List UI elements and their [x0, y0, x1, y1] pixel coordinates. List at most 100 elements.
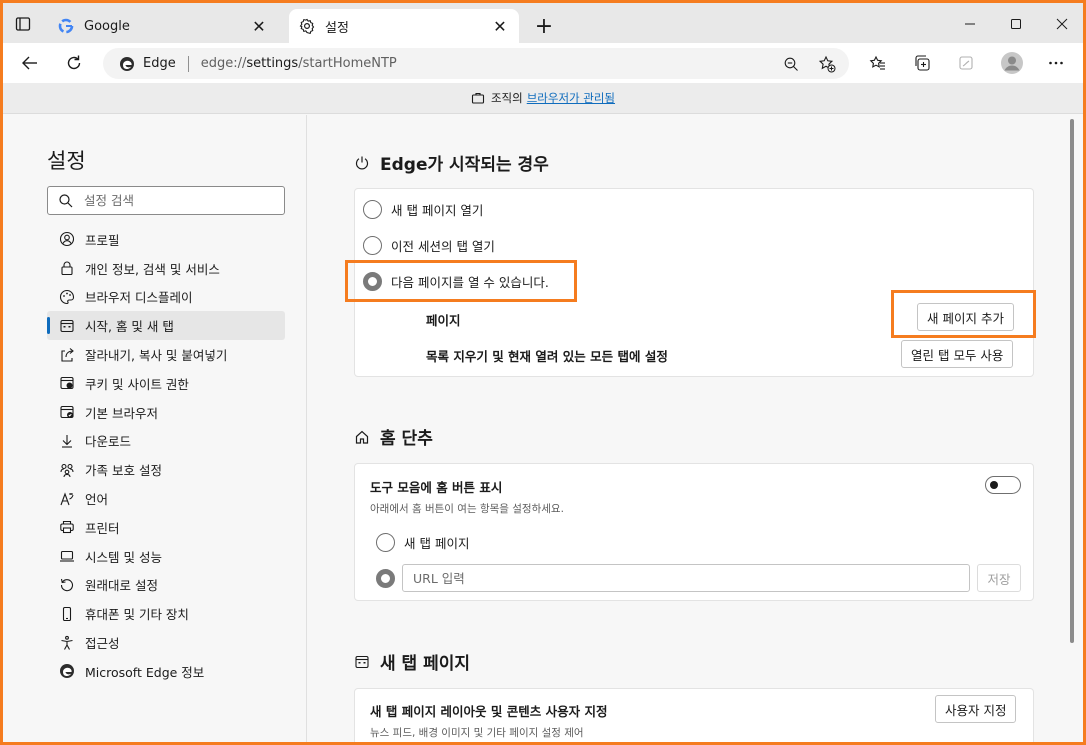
search-icon	[58, 193, 74, 209]
sidebar-item-label: 쿠키 및 사이트 권한	[85, 376, 189, 392]
share-icon	[59, 347, 75, 363]
profile-icon	[59, 231, 75, 247]
sidebar-item-reset[interactable]: 원래대로 설정	[47, 571, 285, 600]
tab-title: 설정	[325, 20, 349, 36]
search-input[interactable]	[84, 193, 274, 208]
lock-icon	[59, 260, 75, 276]
tab-close-icon[interactable]: ✕	[250, 17, 268, 36]
newtab-card: 새 탭 페이지 레이아웃 및 콘텐츠 사용자 지정 뉴스 피드, 배경 이미지 …	[354, 688, 1034, 742]
accessibility-icon	[59, 635, 75, 651]
sidebar-item-profile[interactable]: 프로필	[47, 225, 285, 254]
customize-button[interactable]: 사용자 지정	[935, 695, 1017, 723]
managed-banner: 조직의 브라우저가 관리됨	[3, 83, 1083, 114]
tab-google[interactable]: Google ✕	[48, 9, 278, 43]
option-label: 새 탭 페이지	[404, 536, 470, 551]
radio-button[interactable]	[376, 533, 395, 552]
sidebar-item-languages[interactable]: 언어	[47, 484, 285, 513]
sidebar-item-label: 프린터	[85, 520, 120, 536]
sidebar-item-privacy[interactable]: 개인 정보, 검색 및 서비스	[47, 254, 285, 283]
tab-close-icon[interactable]: ✕	[491, 17, 509, 36]
favorites-icon[interactable]	[867, 52, 889, 74]
sidebar-item-start-home-newtab[interactable]: 시작, 홈 및 새 탭	[47, 311, 285, 341]
settings-main: Edge가 시작되는 경우 새 탭 페이지 열기 이전 세션의 탭 열기 다음 …	[308, 115, 1076, 742]
back-icon[interactable]	[19, 52, 41, 74]
reset-icon	[59, 577, 75, 593]
new-tab-icon[interactable]: +	[533, 14, 555, 39]
save-button[interactable]: 저장	[977, 564, 1021, 592]
more-menu-icon[interactable]	[1045, 52, 1067, 74]
sidebar-item-printers[interactable]: 프린터	[47, 513, 285, 542]
home-card: 도구 모음에 홈 버튼 표시 아래에서 홈 버튼이 여는 항목을 설정하세요. …	[354, 463, 1034, 601]
home-option-url[interactable]	[376, 569, 404, 588]
radio-button[interactable]	[363, 200, 382, 219]
sidebar-item-label: 개인 정보, 검색 및 서비스	[85, 261, 220, 277]
sidebar-item-system[interactable]: 시스템 및 성능	[47, 542, 285, 571]
use-open-tabs-button[interactable]: 열린 탭 모두 사용	[901, 340, 1014, 368]
highlight-box	[345, 260, 577, 302]
google-icon	[58, 18, 74, 34]
sidebar-item-cookies[interactable]: 쿠키 및 사이트 권한	[47, 369, 285, 398]
browser-window: Google ✕ 설정 ✕ + Edge edge://settings/sta…	[3, 3, 1083, 742]
toolbar: Edge edge://settings/startHomeNTP	[3, 43, 1083, 83]
maximize-icon[interactable]	[1005, 13, 1027, 35]
sidebar-item-about-edge[interactable]: Microsoft Edge 정보	[47, 657, 285, 686]
sidebar-item-appearance[interactable]: 브라우저 디스플레이	[47, 283, 285, 312]
palette-icon	[59, 289, 75, 305]
customize-label: 새 탭 페이지 레이아웃 및 콘텐츠 사용자 지정	[370, 704, 608, 719]
zoom-out-icon[interactable]	[781, 54, 801, 74]
managed-prefix: 조직의	[490, 91, 523, 105]
edge-icon	[119, 56, 135, 72]
sidebar-item-accessibility[interactable]: 접근성	[47, 628, 285, 657]
settings-nav: 프로필 개인 정보, 검색 및 서비스 브라우저 디스플레이 시작, 홈 및 새…	[47, 225, 285, 686]
sidebar-item-phone[interactable]: 휴대폰 및 기타 장치	[47, 599, 285, 628]
language-icon	[59, 491, 75, 507]
startup-option-previous[interactable]: 이전 세션의 탭 열기	[363, 236, 495, 255]
sidebar-item-label: 시스템 및 성능	[85, 549, 162, 565]
startup-option-newtab[interactable]: 새 탭 페이지 열기	[363, 200, 483, 219]
collections-icon[interactable]	[911, 52, 933, 74]
home-option-newtab[interactable]: 새 탭 페이지	[376, 533, 469, 552]
page-title: 설정	[47, 149, 86, 173]
divider	[187, 55, 189, 72]
gear-icon	[299, 18, 315, 34]
home-toggle[interactable]	[985, 476, 1021, 494]
sidebar-item-label: 원래대로 설정	[85, 578, 158, 594]
tab-strip: Google ✕ 설정 ✕ +	[3, 3, 1083, 43]
scrollbar[interactable]	[1070, 119, 1074, 643]
phone-icon	[59, 606, 75, 622]
tab-settings[interactable]: 설정 ✕	[289, 9, 519, 43]
cookie-icon	[59, 375, 75, 391]
settings-sidebar: 설정 프로필 개인 정보, 검색 및 서비스 브라우저 디스플레	[3, 115, 307, 742]
refresh-icon[interactable]	[63, 52, 85, 74]
radio-button[interactable]	[376, 569, 395, 588]
profile-avatar-icon[interactable]	[999, 50, 1025, 76]
sidebar-item-label: 기본 브라우저	[85, 405, 158, 421]
home-url-input[interactable]	[402, 564, 970, 592]
sidebar-item-default-browser[interactable]: 기본 브라우저	[47, 398, 285, 427]
customize-desc: 뉴스 피드, 배경 이미지 및 기타 페이지 설정 제어	[370, 727, 584, 739]
site-identity: Edge	[143, 56, 176, 71]
settings-search[interactable]	[47, 186, 285, 215]
option-label: 이전 세션의 탭 열기	[391, 239, 495, 254]
clear-list-label: 목록 지우기 및 현재 열려 있는 모든 탭에 설정	[426, 349, 668, 364]
browser-icon	[59, 404, 75, 420]
sidebar-item-share-copy-paste[interactable]: 잘라내기, 복사 및 붙여넣기	[47, 340, 285, 369]
managed-link[interactable]: 브라우저가 관리됨	[527, 90, 615, 106]
sidebar-item-downloads[interactable]: 다운로드	[47, 427, 285, 456]
sidebar-item-label: 접근성	[85, 636, 120, 652]
home-grid-icon	[59, 318, 75, 334]
close-window-icon[interactable]	[1051, 13, 1073, 35]
radio-button[interactable]	[363, 236, 382, 255]
printer-icon	[59, 519, 75, 535]
minimize-icon[interactable]	[959, 13, 981, 35]
extension-icon[interactable]	[955, 52, 977, 74]
pages-label: 페이지	[426, 313, 461, 328]
address-bar[interactable]: Edge edge://settings/startHomeNTP	[103, 48, 849, 79]
sidebar-item-label: 언어	[85, 492, 109, 508]
sidebar-item-family[interactable]: 가족 보호 설정	[47, 455, 285, 484]
tab-actions-icon[interactable]	[14, 15, 32, 33]
home-icon	[354, 429, 370, 445]
highlight-box	[891, 290, 1036, 338]
sidebar-item-label: 잘라내기, 복사 및 붙여넣기	[85, 348, 228, 364]
add-favorite-icon[interactable]	[817, 54, 837, 74]
